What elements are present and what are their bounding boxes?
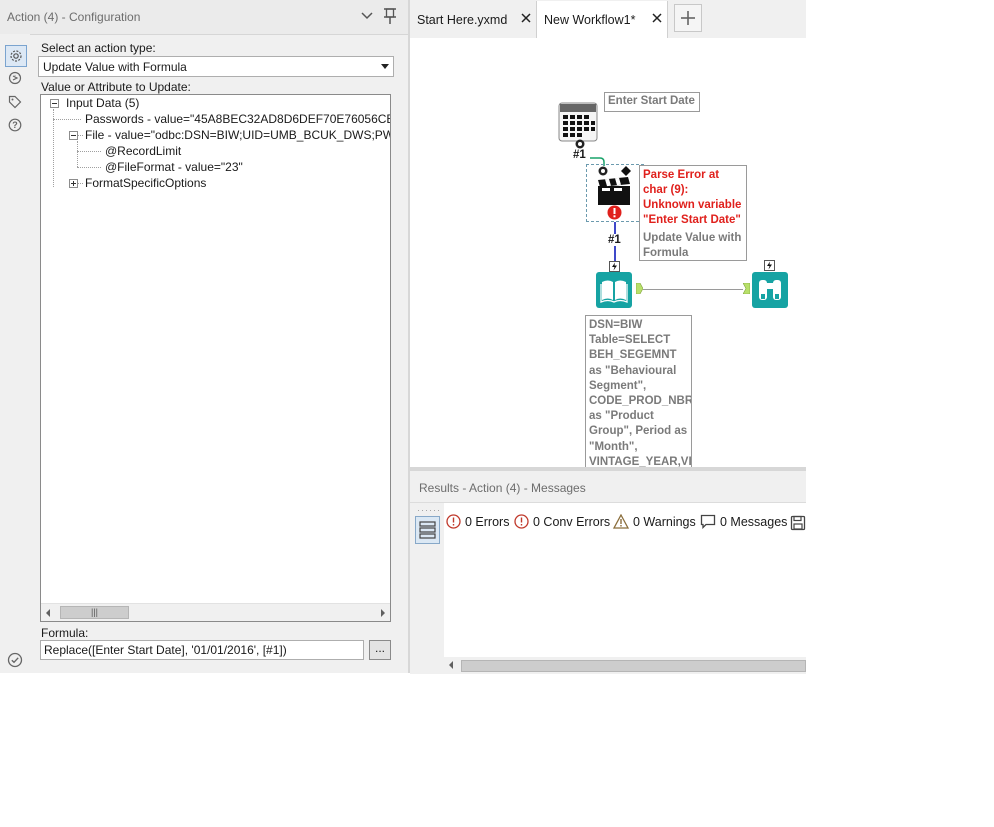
conversion-error-icon — [514, 514, 529, 529]
input-data-book-icon[interactable] — [596, 272, 632, 308]
messages-filter-button[interactable]: 0 Messages — [700, 514, 787, 529]
action-annotation[interactable]: Parse Error at char (9): Unknown variabl… — [639, 165, 747, 261]
tag-icon[interactable] — [5, 92, 25, 112]
scrollbar-thumb[interactable] — [461, 660, 806, 672]
grip-dots-icon: ······ — [417, 505, 441, 515]
tree-item-file-format[interactable]: @FileFormat - value="23" — [105, 160, 243, 174]
error-alert-icon — [607, 205, 622, 220]
close-icon[interactable] — [651, 12, 663, 24]
save-icon[interactable] — [790, 515, 806, 531]
scrollbar-thumb[interactable]: ||| — [60, 606, 129, 619]
formula-label: Formula: — [41, 626, 89, 640]
config-title: Action (4) - Configuration — [7, 10, 141, 24]
tree-line — [77, 167, 101, 168]
results-title: Results - Action (4) - Messages — [419, 481, 586, 495]
tab-new-workflow[interactable]: New Workflow1* — [536, 1, 668, 39]
plus-icon — [681, 11, 695, 25]
output-anchor-label: #1 — [573, 149, 586, 161]
messages-count: 0 Messages — [720, 514, 788, 529]
tab-label: Start Here.yxmd — [417, 13, 508, 27]
results-side-toolbar: ······ — [410, 503, 444, 674]
tree-item-passwords[interactable]: Passwords - value="45A8BEC32AD8D6DEF70E7… — [85, 112, 390, 126]
workflow-canvas[interactable]: Enter Start Date #1 Parse Error at char … — [410, 38, 806, 467]
scroll-left-arrow-icon[interactable] — [46, 609, 50, 617]
tab-label: New Workflow1* — [544, 13, 636, 27]
tree-horizontal-scrollbar[interactable]: ||| — [41, 603, 390, 621]
parse-error-message: Parse Error at char (9): Unknown variabl… — [643, 169, 742, 226]
error-icon — [446, 514, 461, 529]
pin-icon[interactable] — [382, 7, 398, 25]
results-panel: Results - Action (4) - Messages ······ 0… — [410, 471, 806, 674]
tree-item-file[interactable]: File - value="odbc:DSN=BIW;UID=UMB_BCUK_… — [85, 128, 390, 142]
conv-errors-count: 0 Conv Errors — [533, 514, 611, 529]
action-annotation-note: Update Value with Formula — [643, 232, 742, 259]
chevron-down-icon[interactable] — [360, 9, 374, 23]
help-icon[interactable]: ? — [5, 115, 25, 135]
new-tab-button[interactable] — [674, 4, 702, 32]
errors-filter-button[interactable]: 0 Errors — [446, 514, 509, 529]
action-input-diamond-icon[interactable] — [621, 166, 631, 176]
workflow-tab-strip: Start Here.yxmd New Workflow1* — [410, 0, 806, 39]
tree-line — [77, 151, 101, 152]
date-tool-calendar-icon[interactable] — [558, 102, 598, 142]
expand-toggle-icon[interactable] — [69, 179, 78, 188]
lightning-bolt-icon — [764, 260, 775, 271]
input-anchor-icon[interactable] — [743, 283, 750, 294]
tree-line — [53, 119, 81, 120]
scroll-left-arrow-icon[interactable] — [449, 661, 453, 669]
check-circle-icon[interactable] — [7, 652, 23, 668]
config-side-toolbar: ··· ? — [0, 34, 30, 673]
warnings-filter-button[interactable]: 0 Warnings — [613, 514, 696, 529]
config-header: Action (4) - Configuration — [0, 0, 408, 35]
action-type-label: Select an action type: — [41, 41, 156, 55]
results-messages-area: ······ 0 Errors 0 Conv Errors 0 Warnings… — [410, 502, 806, 674]
tree-item-input-data[interactable]: Input Data (5) — [66, 96, 139, 110]
action-type-value: Update Value with Formula — [43, 60, 187, 74]
attribute-tree[interactable]: Input Data (5) Passwords - value="45A8BE… — [40, 94, 391, 622]
warnings-count: 0 Warnings — [633, 514, 696, 529]
lightning-bolt-icon — [609, 261, 620, 272]
action-type-select[interactable]: Update Value with Formula — [38, 56, 394, 77]
tree-line — [53, 109, 54, 187]
attribute-label: Value or Attribute to Update: — [41, 80, 191, 94]
results-horizontal-scrollbar[interactable] — [444, 657, 806, 674]
errors-count: 0 Errors — [465, 514, 510, 529]
close-icon[interactable] — [520, 12, 532, 24]
message-bubble-icon — [700, 514, 716, 529]
configuration-panel: Action (4) - Configuration ··· ? Select … — [0, 0, 409, 673]
input-annotation[interactable]: DSN=BIW Table=SELECT BEH_SEGEMNT as "Beh… — [585, 315, 692, 467]
gear-icon[interactable] — [5, 45, 27, 67]
tree-line — [77, 141, 78, 167]
question-anchor-icon[interactable] — [598, 166, 608, 176]
formula-input[interactable]: Replace([Enter Start Date], '01/01/2016'… — [40, 640, 364, 660]
conv-errors-filter-button[interactable]: 0 Conv Errors — [514, 514, 610, 529]
output-anchor-icon[interactable] — [636, 283, 643, 294]
question-badge-icon — [575, 139, 585, 149]
data-connection-line[interactable] — [643, 289, 743, 290]
collapse-toggle-icon[interactable] — [69, 131, 78, 140]
formula-editor-button[interactable]: ... — [369, 640, 391, 660]
connection-arrow-icon[interactable] — [5, 68, 25, 88]
scroll-right-arrow-icon[interactable] — [381, 609, 385, 617]
date-annotation[interactable]: Enter Start Date — [604, 92, 700, 112]
tree-item-format-specific-options[interactable]: FormatSpecificOptions — [85, 176, 206, 190]
clapperboard-icon — [598, 177, 630, 205]
message-list-view-button[interactable] — [415, 516, 440, 544]
svg-text:?: ? — [12, 120, 18, 130]
connection-anchor-label: #1 — [608, 234, 621, 246]
dropdown-arrow-icon — [381, 64, 389, 69]
collapse-toggle-icon[interactable] — [50, 99, 59, 108]
list-icon — [419, 521, 436, 539]
tab-start-here[interactable]: Start Here.yxmd — [410, 1, 536, 37]
warning-icon — [613, 514, 629, 529]
browse-binoculars-icon[interactable] — [752, 272, 788, 308]
tree-item-record-limit[interactable]: @RecordLimit — [105, 144, 181, 158]
